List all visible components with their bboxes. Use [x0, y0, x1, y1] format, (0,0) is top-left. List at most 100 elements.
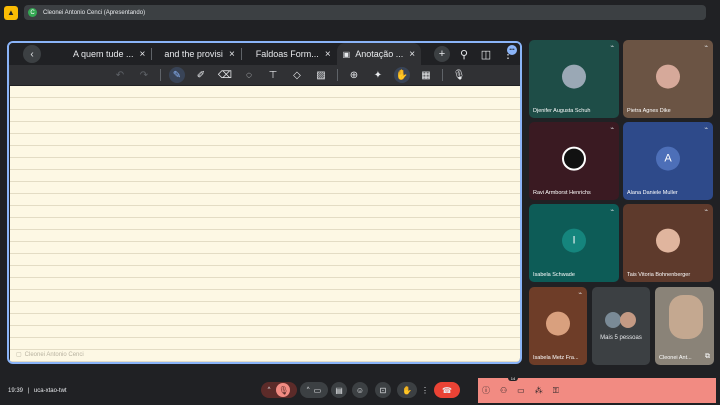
more-options-button[interactable]: ⋮: [420, 382, 430, 398]
lasso-tool[interactable]: ◌: [241, 67, 257, 83]
captions-icon: ▤: [335, 385, 343, 395]
participant-video: [656, 228, 680, 253]
sidebar-icon: ◫: [480, 48, 492, 61]
text-tool[interactable]: ⊤: [265, 67, 281, 83]
people-count-badge: 14: [508, 375, 518, 381]
search-icon: ⚲: [459, 48, 469, 61]
participant-tile[interactable]: ⌁ Isabela Metz Fra...: [529, 287, 587, 365]
presenter-label: Cleonei Antonio Cenci (Apresentando): [43, 9, 146, 16]
laser-pointer-icon: ✦: [373, 69, 383, 81]
end-call-button[interactable]: ☎: [434, 382, 460, 398]
info-separator: |: [27, 388, 30, 394]
lasso-icon: ◌: [246, 69, 252, 81]
participant-video: [562, 146, 586, 171]
emoji-button[interactable]: ☺: [352, 382, 368, 398]
browser-tab[interactable]: A quem tude ... ×: [67, 45, 151, 63]
camera-options-button[interactable]: ^ ▭: [300, 382, 328, 398]
pattern-icon: ▦: [421, 69, 431, 81]
activities-icon[interactable]: ⁂: [535, 386, 543, 395]
self-video: [669, 295, 703, 339]
pen-icon: ✎: [172, 69, 182, 81]
close-icon[interactable]: ×: [229, 49, 235, 60]
info-icon[interactable]: ⓘ: [482, 385, 490, 396]
toolbar-divider: [337, 69, 338, 81]
highlighter-tool[interactable]: ✐: [193, 67, 209, 83]
participant-video: [546, 311, 570, 336]
shapes-tool[interactable]: ◇: [289, 67, 305, 83]
browser-tab-bar: ‹ A quem tude ... × and the provisi × Fa…: [9, 43, 520, 65]
meeting-info: 19:39 | uca-xtao-twt: [8, 388, 67, 394]
present-button[interactable]: ⊡: [375, 382, 391, 398]
meeting-time: 19:39: [8, 388, 24, 394]
raise-hand-button[interactable]: ✋: [397, 382, 417, 398]
chat-icon[interactable]: ▭: [517, 386, 525, 395]
background-tool[interactable]: ▦: [418, 67, 434, 83]
group-avatar: [605, 312, 621, 328]
tab-page-icon: ▣: [342, 49, 351, 59]
presenter-banner[interactable]: C Cleonei Antonio Cenci (Apresentando): [24, 5, 706, 20]
shared-screen: ‹ A quem tude ... × and the provisi × Fa…: [7, 41, 522, 364]
close-icon[interactable]: ×: [325, 49, 331, 60]
participant-video: [656, 64, 680, 89]
self-view-tile[interactable]: Cleonei Ant... ⧉: [655, 287, 714, 365]
undo-button[interactable]: ↶: [112, 67, 128, 83]
participant-name: Isabela Schwade: [533, 272, 575, 278]
eraser-tool[interactable]: ⌫: [217, 67, 233, 83]
browser-tab[interactable]: and the provisi ×: [152, 45, 240, 63]
participant-tile[interactable]: I ⌁ Isabela Schwade: [529, 204, 619, 282]
microphone-icon: 🎙: [452, 69, 466, 81]
mic-off-icon: ⌁: [578, 291, 582, 297]
close-icon[interactable]: ×: [409, 49, 415, 60]
participant-tile[interactable]: ⌁ Djenifer Augusta Schuh: [529, 40, 619, 118]
text-box-icon: ⊤: [268, 69, 278, 81]
presenting-bar: ▲ C Cleonei Antonio Cenci (Apresentando): [4, 4, 716, 21]
mic-options-button[interactable]: ^ 🎙: [261, 382, 297, 398]
participant-video: [562, 64, 586, 89]
presentation-app-icon: ▲: [4, 5, 18, 20]
chevron-left-icon: ‹: [30, 48, 34, 60]
participant-tile[interactable]: A ⌁ Alana Daniele Muller: [623, 122, 713, 200]
side-panel-controls: ⓘ ⚇ 14 ▭ ⁂ ⚿: [478, 375, 716, 403]
page-author: Cleonei Antonio Cenci: [24, 351, 84, 358]
chevron-up-icon: ^: [306, 387, 310, 393]
pin-icon[interactable]: ⧉: [705, 353, 710, 361]
undo-icon: ↶: [115, 69, 125, 81]
host-controls-icon[interactable]: ⚿: [553, 386, 559, 396]
phone-hangup-icon: ☎: [442, 385, 452, 395]
participant-tile[interactable]: ⌁ Ravi Armborst Henrichs: [529, 122, 619, 200]
laser-tool[interactable]: ✦: [370, 67, 386, 83]
participant-avatar: A: [656, 146, 680, 171]
participant-name: Djenifer Augusta Schuh: [533, 108, 591, 114]
mic-off-icon: 🎙: [276, 383, 291, 397]
shapes-icon: ◇: [293, 69, 301, 81]
touch-draw-toggle[interactable]: ✋: [394, 67, 410, 83]
browser-tab[interactable]: Faldoas Form... ×: [242, 45, 337, 63]
participant-tile[interactable]: ⌁ Pietra Agnes Dike: [623, 40, 713, 118]
more-participants-tile[interactable]: Mais 5 pessoas: [592, 287, 650, 365]
people-icon[interactable]: ⚇: [500, 386, 507, 395]
participant-tile[interactable]: ⌁ Tais Vitoria Bohnenberger: [623, 204, 713, 282]
hand-off-icon: ✋: [395, 69, 409, 81]
image-tool[interactable]: ▨: [313, 67, 329, 83]
profile-avatar[interactable]: •••: [507, 45, 517, 55]
mic-off-icon: ⌁: [610, 126, 614, 132]
sidebar-button[interactable]: ◫: [478, 46, 494, 62]
close-icon[interactable]: ×: [140, 49, 146, 60]
participant-name: Ravi Armborst Henrichs: [533, 190, 591, 196]
voice-input-button[interactable]: 🎙: [451, 67, 467, 83]
captions-button[interactable]: ▤: [331, 382, 347, 398]
search-button[interactable]: ⚲: [456, 46, 472, 62]
redo-button[interactable]: ↷: [136, 67, 152, 83]
pen-tool[interactable]: ✎: [169, 67, 185, 83]
tab-label: Faldoas Form...: [255, 49, 319, 59]
mic-off-icon: ⌁: [704, 44, 708, 50]
lined-notebook-page[interactable]: ▢ Cleonei Antonio Cenci: [10, 86, 520, 362]
participant-name: Tais Vitoria Bohnenberger: [627, 272, 691, 278]
back-button[interactable]: ‹: [23, 45, 41, 63]
new-tab-button[interactable]: +: [434, 46, 450, 62]
browser-tab-active[interactable]: ▣ Anotação ... ×: [336, 43, 422, 65]
tab-label: Anotação ...: [355, 49, 404, 59]
zoom-icon: ⊕: [349, 69, 359, 81]
annotation-toolbar: ↶ ↷ ✎ ✐ ⌫ ◌ ⊤ ◇ ▨ ⊕ ✦ ✋ ▦ 🎙: [9, 65, 520, 85]
zoom-tool[interactable]: ⊕: [346, 67, 362, 83]
